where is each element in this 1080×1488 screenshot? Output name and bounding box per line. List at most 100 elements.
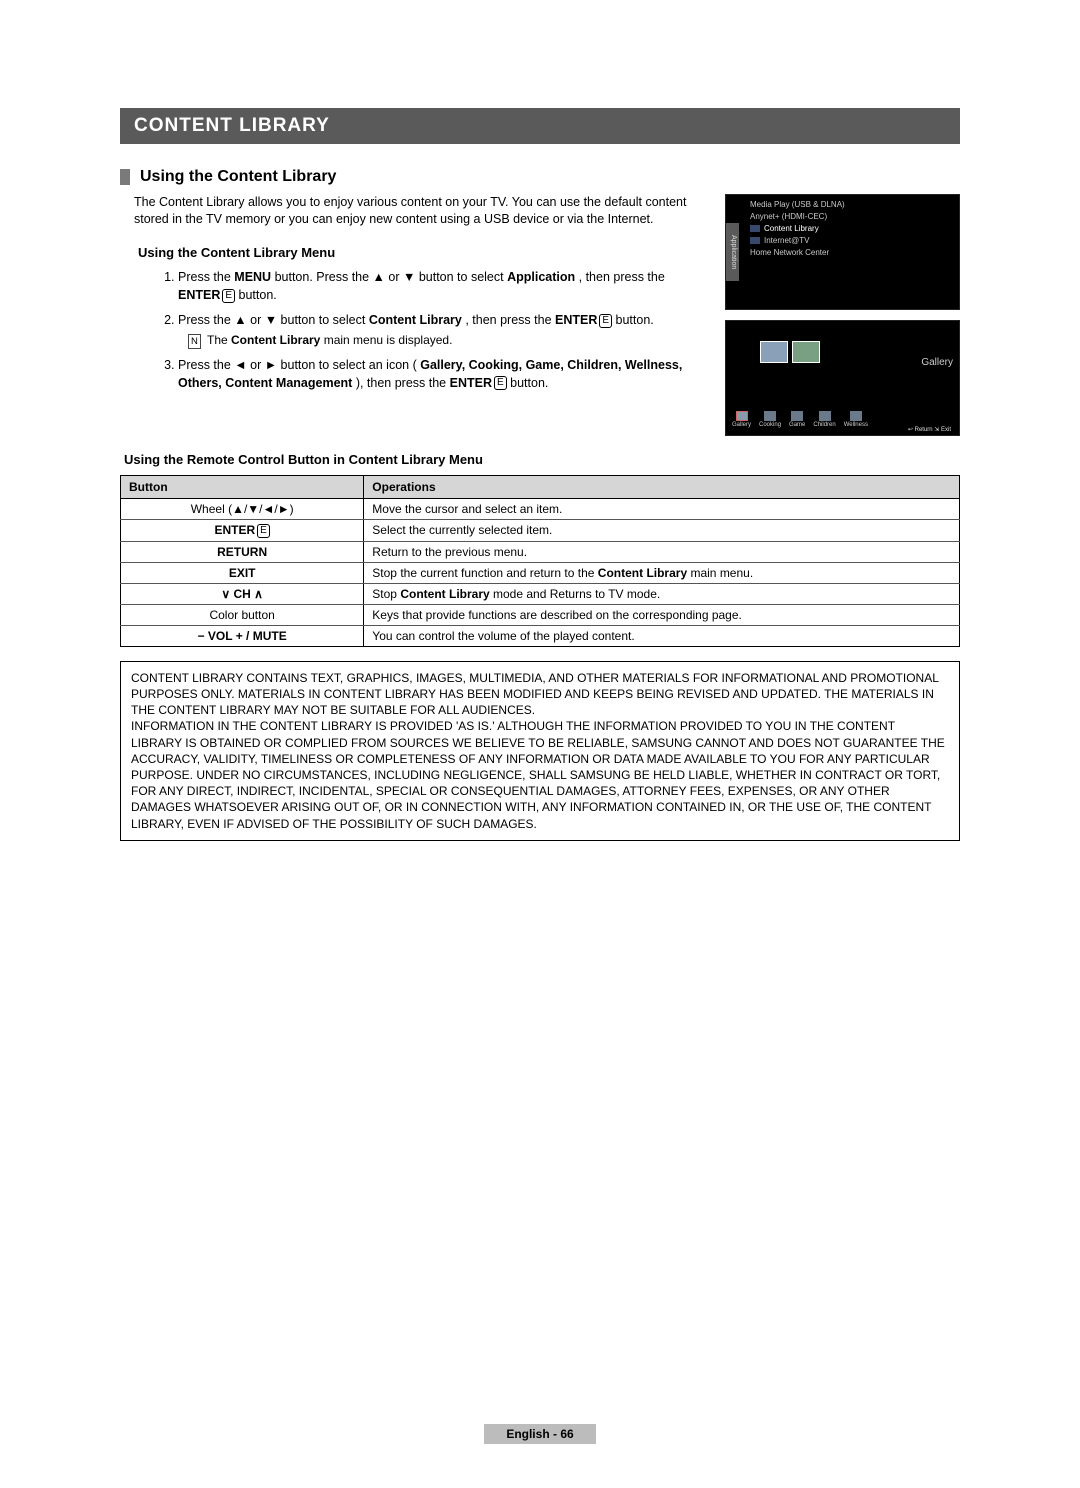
step-text: , then press the <box>465 313 555 327</box>
menu-list: Media Play (USB & DLNA) Anynet+ (HDMI-CE… <box>732 199 953 259</box>
step-text: Press the ▲ or ▼ button to select <box>178 313 369 327</box>
op-text: Stop <box>372 587 400 601</box>
thumb-icon <box>750 225 760 232</box>
category-thumb-icon <box>850 411 862 421</box>
table-row: − VOL + / MUTE You can control the volum… <box>121 625 960 646</box>
category-label: Wellness <box>844 422 868 430</box>
menu-item: Anynet+ (HDMI-CEC) <box>750 211 953 223</box>
category-item: Wellness <box>844 411 868 430</box>
thumb-icon <box>750 237 760 244</box>
step-text: button. <box>239 288 277 302</box>
button-cell: Color button <box>121 604 364 625</box>
page-number: English - 66 <box>484 1424 595 1444</box>
enter-label: ENTER <box>450 376 492 390</box>
step-list: Press the MENU button. Press the ▲ or ▼ … <box>134 269 709 392</box>
enter-icon: E <box>222 289 235 303</box>
category-item: Game <box>789 411 805 430</box>
operation-cell: Select the currently selected item. <box>364 520 960 542</box>
step-text: , then press the <box>579 270 665 284</box>
button-cell: − VOL + / MUTE <box>121 625 364 646</box>
enter-icon: E <box>599 314 612 328</box>
section-heading-row: Using the Content Library <box>120 168 960 186</box>
preview-frames <box>760 341 820 363</box>
table-row: Color button Keys that provide functions… <box>121 604 960 625</box>
table-row: Wheel (▲/▼/◄/►) Move the cursor and sele… <box>121 499 960 520</box>
note-icon: N <box>188 334 201 349</box>
menu-item-label: Content Library <box>764 224 819 233</box>
content-library-label: Content Library <box>231 333 320 347</box>
menu-screenshot-2: Gallery Gallery Cooking Game Children We… <box>725 320 960 436</box>
menu-screenshot-1: Application Media Play (USB & DLNA) Anyn… <box>725 194 960 310</box>
disclaimer-box: CONTENT LIBRARY CONTAINS TEXT, GRAPHICS,… <box>120 661 960 841</box>
content-library-label: Content Library <box>369 313 462 327</box>
remote-button-table: Button Operations Wheel (▲/▼/◄/►) Move t… <box>120 475 960 647</box>
enter-icon: E <box>257 524 270 538</box>
category-label: Cooking <box>759 422 781 430</box>
step-text: Press the <box>178 270 234 284</box>
op-text: mode and Returns to TV mode. <box>493 587 660 601</box>
table-row: RETURN Return to the previous menu. <box>121 541 960 562</box>
operation-cell: Stop the current function and return to … <box>364 562 960 583</box>
section-bullet-icon <box>120 169 130 185</box>
menu-item-selected: Content Library <box>750 223 953 235</box>
disclaimer-para-2: INFORMATION IN THE CONTENT LIBRARY IS PR… <box>131 718 949 831</box>
content-library-label: Content Library <box>598 566 687 580</box>
intro-row: The Content Library allows you to enjoy … <box>120 194 960 436</box>
enter-label: ENTER <box>178 288 220 302</box>
application-tab: Application <box>726 223 739 281</box>
note-text: The <box>207 333 231 347</box>
disclaimer-para-1: CONTENT LIBRARY CONTAINS TEXT, GRAPHICS,… <box>131 670 949 719</box>
table-row: ∨ CH ∧ Stop Content Library mode and Ret… <box>121 583 960 604</box>
preview-frame-icon <box>760 341 788 363</box>
application-label: Application <box>507 270 575 284</box>
menu-item-label: Internet@TV <box>764 236 809 245</box>
button-cell: ENTERE <box>121 520 364 542</box>
category-item: Cooking <box>759 411 781 430</box>
content-library-label: Content Library <box>400 587 489 601</box>
preview-frame-icon <box>792 341 820 363</box>
category-thumb-icon <box>764 411 776 421</box>
button-cell: ∨ CH ∧ <box>121 583 364 604</box>
operation-cell: You can control the volume of the played… <box>364 625 960 646</box>
category-label: Gallery <box>732 422 751 430</box>
menu-item: Home Network Center <box>750 247 953 259</box>
category-thumb-icon <box>736 411 748 421</box>
category-thumb-icon <box>819 411 831 421</box>
step-text: Press the ◄ or ► button to select an ico… <box>178 358 417 372</box>
menu-usage-heading: Using the Content Library Menu <box>138 244 709 262</box>
step-note: N The Content Library main menu is displ… <box>178 332 709 349</box>
enter-icon: E <box>494 376 507 390</box>
section-title: Using the Content Library <box>140 168 336 186</box>
menu-label: MENU <box>234 270 271 284</box>
button-cell: RETURN <box>121 541 364 562</box>
step-3: Press the ◄ or ► button to select an ico… <box>178 357 709 392</box>
selected-category-label: Gallery <box>921 357 953 370</box>
table-header-operations: Operations <box>364 476 960 499</box>
step-text: button. Press the ▲ or ▼ button to selec… <box>275 270 508 284</box>
table-row: ENTERE Select the currently selected ite… <box>121 520 960 542</box>
page-footer: English - 66 <box>0 1424 1080 1444</box>
menu-item: Media Play (USB & DLNA) <box>750 199 953 211</box>
enter-label: ENTER <box>555 313 597 327</box>
step-text: button. <box>510 376 548 390</box>
screenshot-footer: ↩ Return ⇲ Exit <box>908 427 951 435</box>
step-text: ), then press the <box>356 376 450 390</box>
table-body: Wheel (▲/▼/◄/►) Move the cursor and sele… <box>121 499 960 647</box>
category-item: Gallery <box>732 411 751 430</box>
operation-cell: Move the cursor and select an item. <box>364 499 960 520</box>
table-row: EXIT Stop the current function and retur… <box>121 562 960 583</box>
intro-text-block: The Content Library allows you to enjoy … <box>120 194 713 436</box>
menu-item: Internet@TV <box>750 235 953 247</box>
button-name: ENTER <box>214 523 255 537</box>
note-text: main menu is displayed. <box>324 333 453 347</box>
screenshot-column: Application Media Play (USB & DLNA) Anyn… <box>725 194 960 436</box>
manual-page: CONTENT LIBRARY Using the Content Librar… <box>0 0 1080 841</box>
category-thumb-icon <box>791 411 803 421</box>
op-text: main menu. <box>690 566 753 580</box>
remote-heading: Using the Remote Control Button in Conte… <box>124 452 960 467</box>
intro-paragraph: The Content Library allows you to enjoy … <box>134 194 709 228</box>
op-text: Stop the current function and return to … <box>372 566 597 580</box>
chapter-banner: CONTENT LIBRARY <box>120 108 960 144</box>
category-label: Game <box>789 422 805 430</box>
operation-cell: Stop Content Library mode and Returns to… <box>364 583 960 604</box>
